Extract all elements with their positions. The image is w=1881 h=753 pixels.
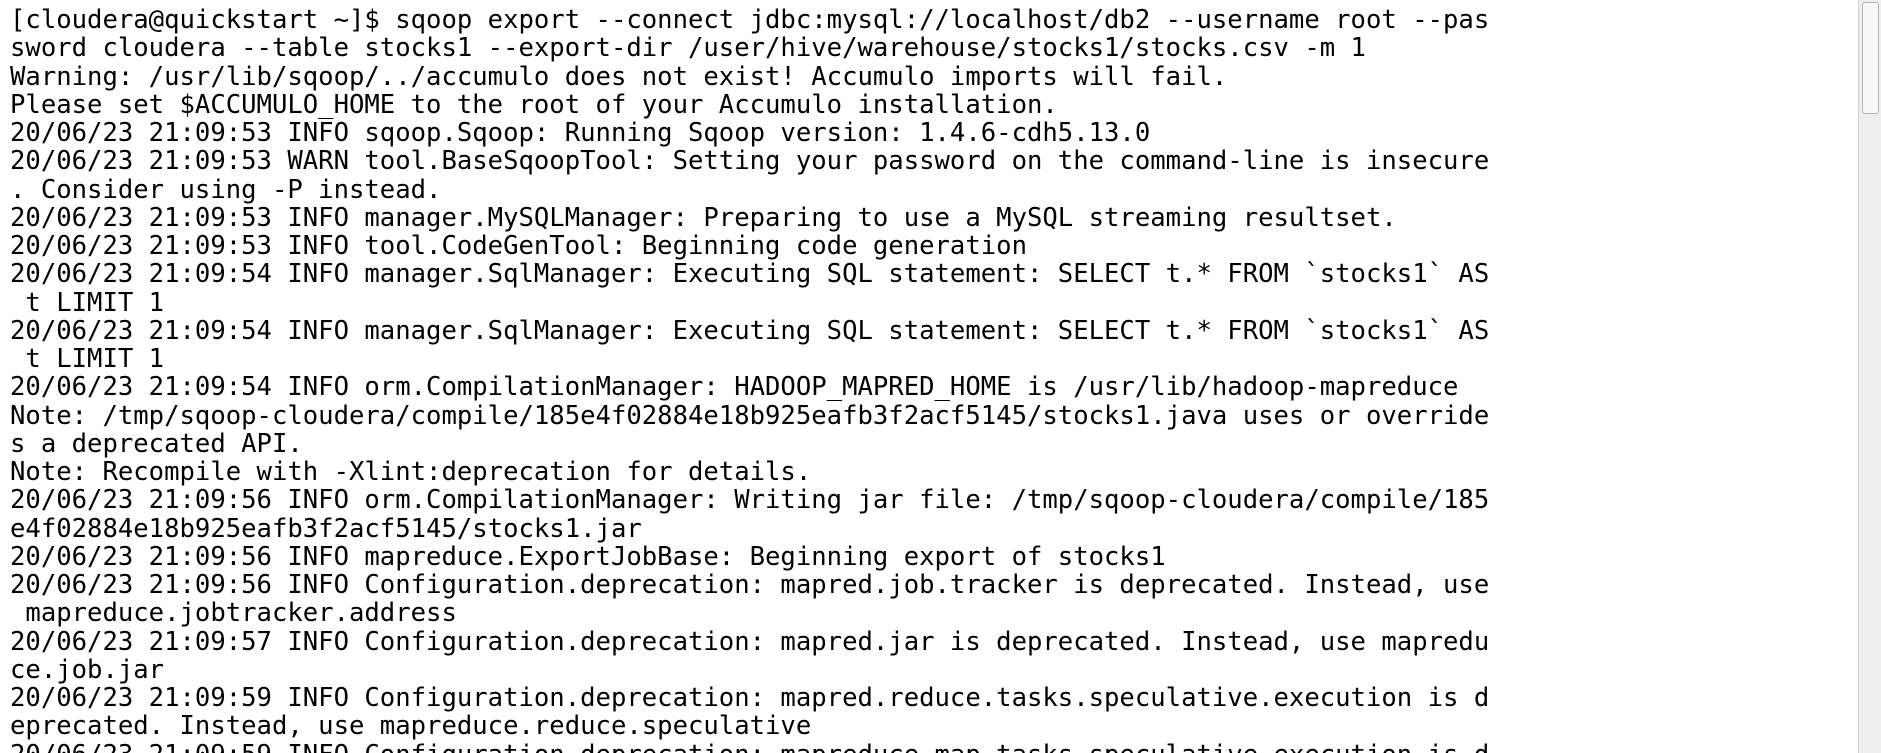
vertical-scrollbar[interactable] (1858, 0, 1881, 753)
terminal-line: 20/06/23 21:09:54 INFO orm.CompilationMa… (10, 372, 1459, 403)
terminal-line: [cloudera@quickstart ~]$ sqoop export --… (10, 5, 1490, 35)
terminal-line: 20/06/23 21:09:59 INFO Configuration.dep… (10, 683, 1490, 713)
terminal-line: 20/06/23 21:09:56 INFO mapreduce.ExportJ… (10, 541, 1166, 572)
terminal-line: 20/06/23 21:09:53 INFO manager.MySQLMana… (10, 202, 1397, 233)
terminal-line: Note: Recompile with -Xlint:deprecation … (10, 457, 812, 487)
terminal-line: 20/06/23 21:09:54 INFO manager.SqlManage… (10, 315, 1490, 346)
terminal-line: 20/06/23 21:09:54 INFO manager.SqlManage… (10, 259, 1490, 290)
terminal-line: 20/06/23 21:09:59 INFO Configuration.dep… (10, 740, 1489, 753)
terminal-line: Warning: /usr/lib/sqoop/../accumulo does… (10, 61, 1228, 92)
terminal-line: e4f02884e18b925eafb3f2acf5145/stocks1.ja… (10, 513, 642, 544)
terminal-line: Please set $ACCUMULO_HOME to the root of… (10, 89, 1058, 120)
terminal-line: 20/06/23 21:09:53 INFO sqoop.Sqoop: Runn… (10, 118, 1151, 148)
scrollbar-thumb[interactable] (1862, 2, 1879, 114)
terminal-line: . Consider using -P instead. (10, 174, 442, 205)
terminal-line: 20/06/23 21:09:57 INFO Configuration.dep… (10, 626, 1490, 657)
terminal-line: mapreduce.jobtracker.address (10, 598, 457, 629)
terminal-line: Note: /tmp/sqoop-cloudera/compile/185e4f… (10, 400, 1490, 431)
terminal-line: 20/06/23 21:09:56 INFO Configuration.dep… (10, 570, 1490, 600)
terminal-line: eprecated. Instead, use mapreduce.reduce… (10, 711, 812, 742)
terminal-line: 20/06/23 21:09:56 INFO orm.CompilationMa… (10, 485, 1490, 516)
terminal-line: ce.job.jar (10, 654, 165, 685)
terminal-line: 20/06/23 21:09:53 INFO tool.CodeGenTool:… (10, 231, 1027, 261)
terminal-line: 20/06/23 21:09:53 WARN tool.BaseSqoopToo… (10, 146, 1490, 177)
terminal-window[interactable]: [cloudera@quickstart ~]$ sqoop export --… (0, 0, 1858, 753)
terminal-line: t LIMIT 1 (10, 287, 165, 318)
terminal-output: [cloudera@quickstart ~]$ sqoop export --… (10, 6, 1489, 753)
terminal-line: t LIMIT 1 (10, 344, 165, 374)
terminal-line: s a deprecated API. (10, 428, 303, 459)
terminal-line: sword cloudera --table stocks1 --export-… (10, 33, 1366, 64)
